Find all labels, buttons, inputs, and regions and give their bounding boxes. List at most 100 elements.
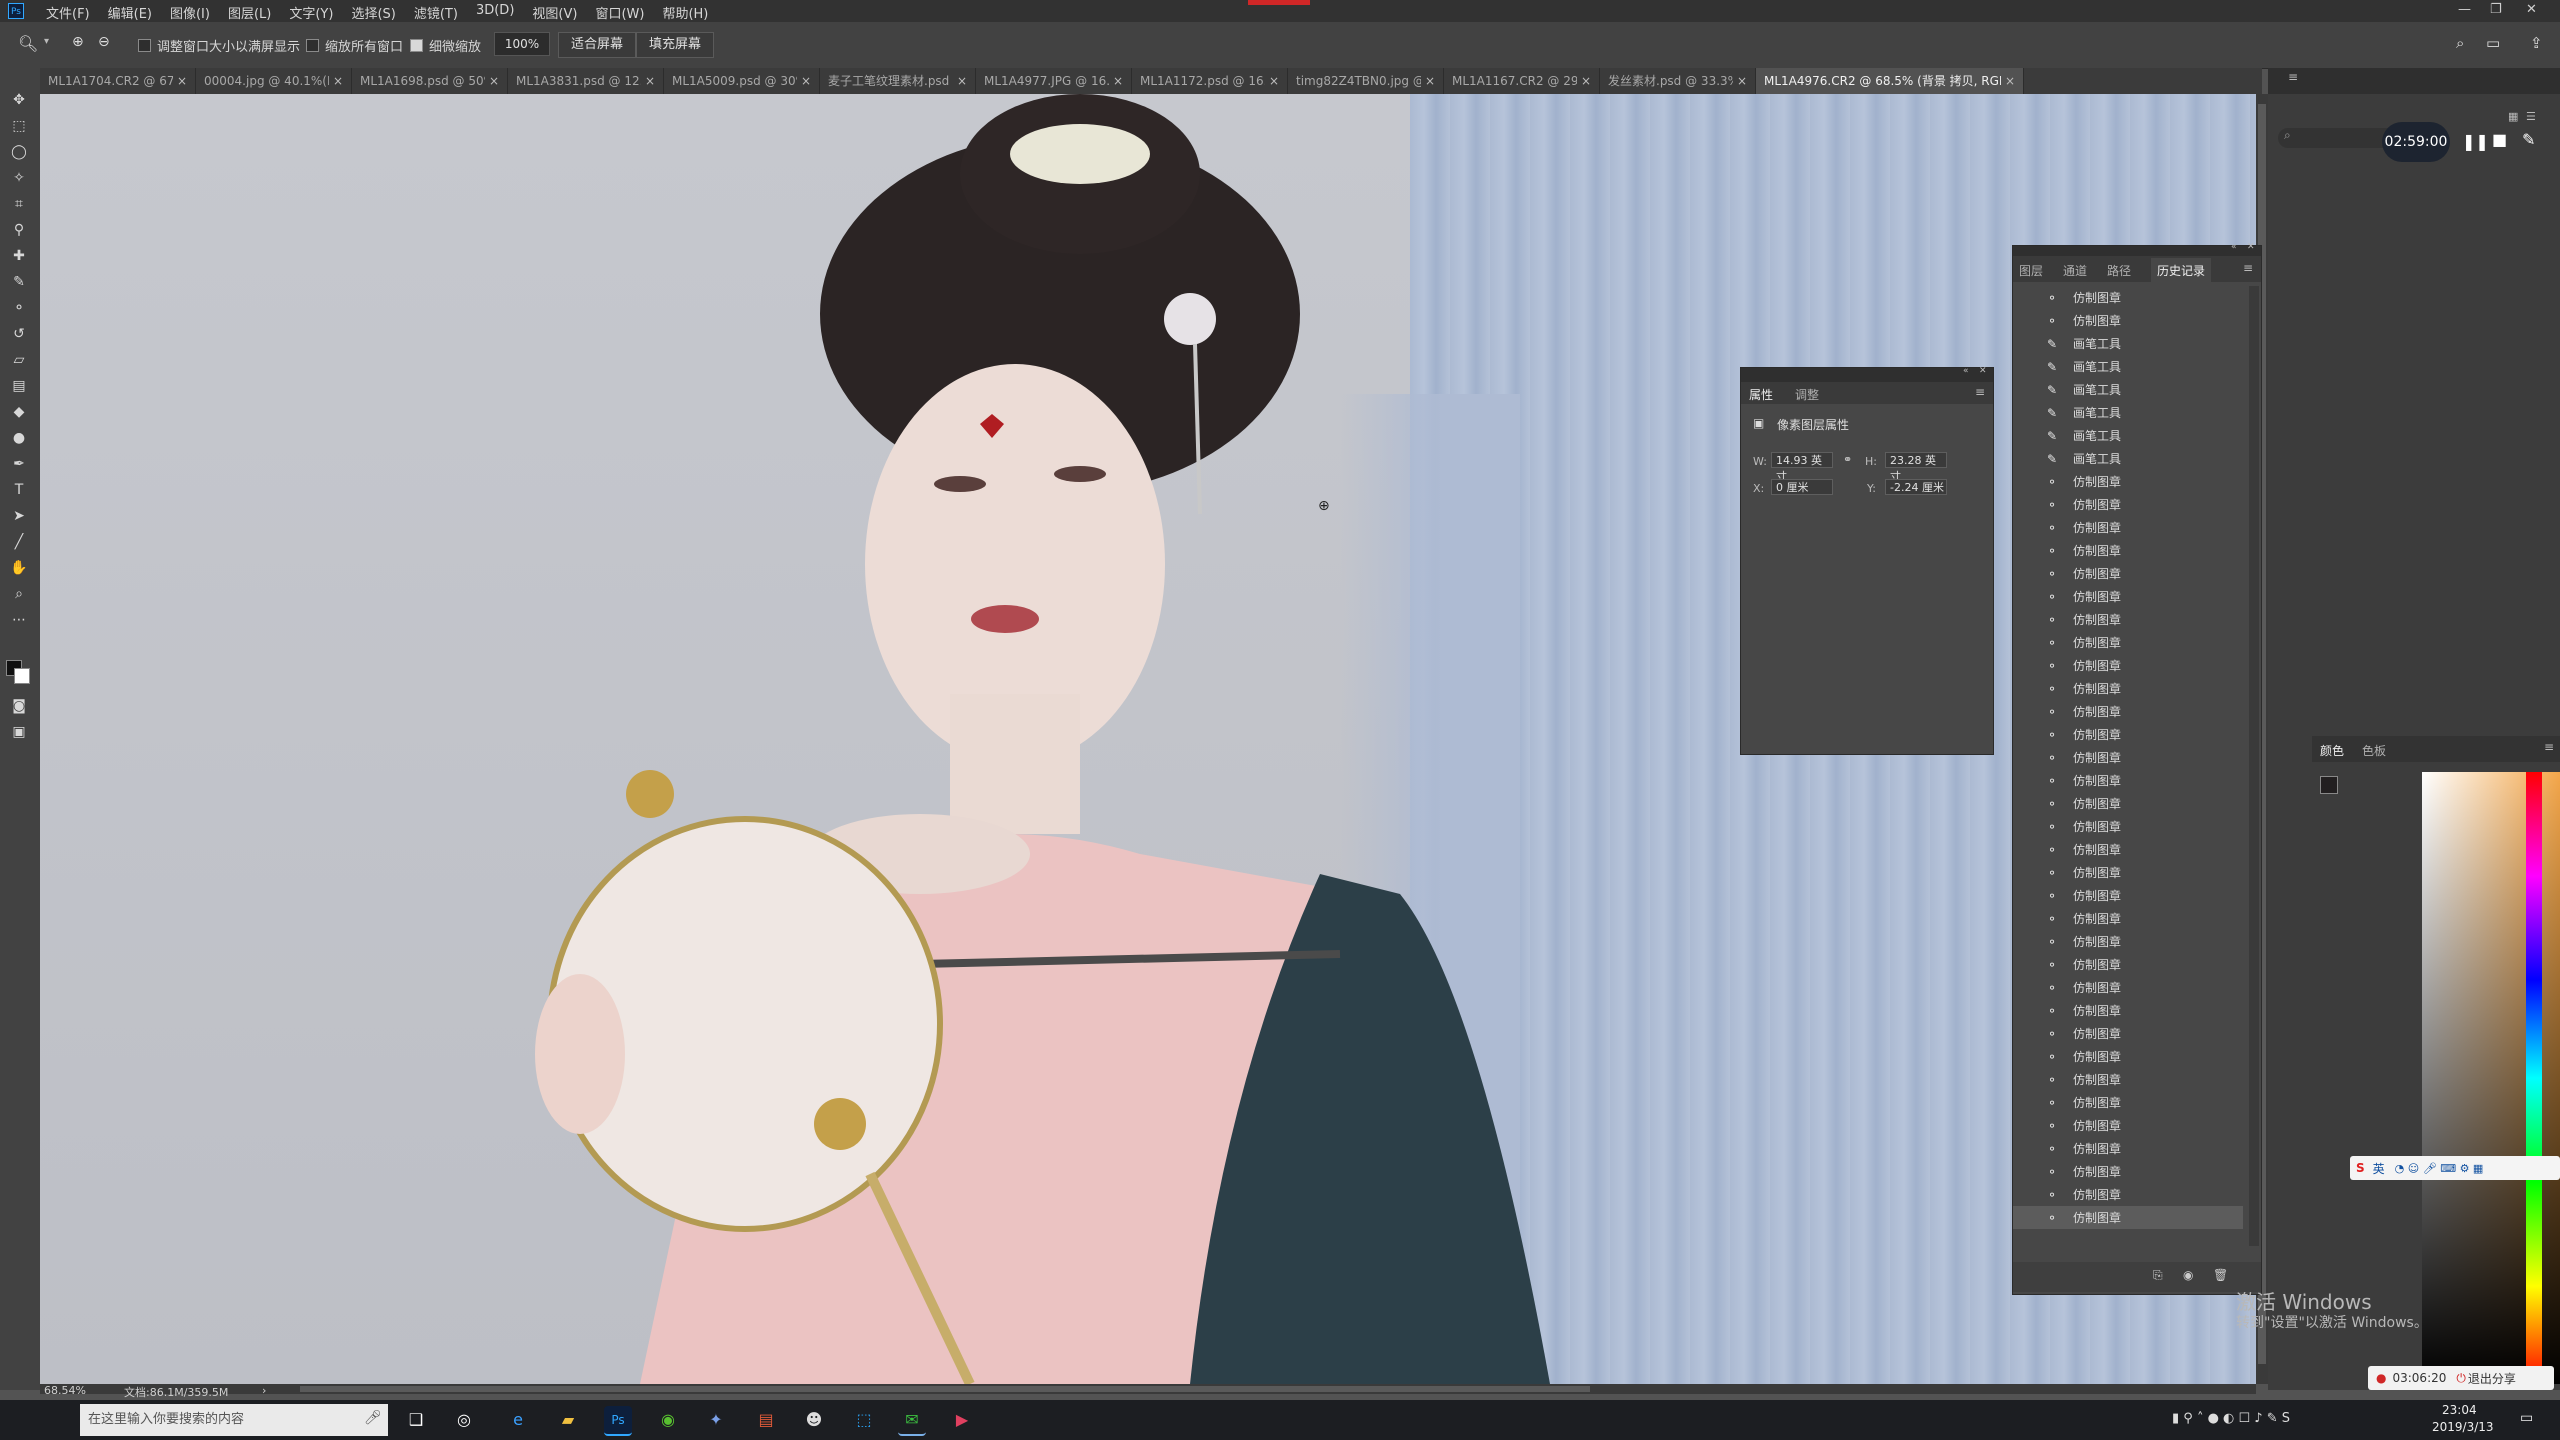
close-tab-icon[interactable]: ×: [957, 68, 967, 94]
close-tab-icon[interactable]: ×: [333, 68, 343, 94]
doc-tab[interactable]: 发丝素材.psd @ 33.3% ...×: [1600, 68, 1756, 94]
zoom-in-icon[interactable]: ⊕: [72, 34, 84, 50]
snapshot-icon[interactable]: ◉: [2183, 1268, 2193, 1282]
history-item[interactable]: ⚬ 仿制图章: [2013, 631, 2243, 654]
history-item[interactable]: ⚬ 仿制图章: [2013, 700, 2243, 723]
history-item[interactable]: ⚬ 仿制图章: [2013, 884, 2243, 907]
menu-layer[interactable]: 图层(L): [228, 3, 271, 22]
eraser-tool-icon[interactable]: ▱: [8, 350, 30, 370]
panel-menu-icon[interactable]: ≡: [2243, 261, 2253, 275]
doc-tab[interactable]: ML1A3831.psd @ 12.5...×: [508, 68, 664, 94]
line-tool-icon[interactable]: ╱: [8, 532, 30, 552]
menu-select[interactable]: 选择(S): [351, 3, 395, 22]
close-button[interactable]: ✕: [2526, 2, 2537, 17]
tab-layers[interactable]: 图层: [2019, 262, 2043, 279]
history-item[interactable]: ⚬ 仿制图章: [2013, 1068, 2243, 1091]
menu-view[interactable]: 视图(V): [532, 3, 577, 22]
doc-tab-active[interactable]: ML1A4976.CR2 @ 68.5% (背景 拷贝, RGB/8*) *×: [1756, 68, 2024, 94]
quick-mask-icon[interactable]: ◙: [8, 696, 30, 716]
zoom-value-field[interactable]: 100%: [494, 32, 550, 56]
app-icon[interactable]: ▤: [752, 1406, 780, 1434]
restore-button[interactable]: ❐: [2490, 2, 2502, 17]
new-document-icon[interactable]: ⎘: [2153, 1268, 2163, 1283]
history-item[interactable]: ⚬ 仿制图章: [2013, 723, 2243, 746]
menu-window[interactable]: 窗口(W): [595, 3, 644, 22]
resize-windows-option[interactable]: 调整窗口大小以满屏显示: [138, 36, 300, 55]
history-item[interactable]: ⚬ 仿制图章: [2013, 608, 2243, 631]
trash-icon[interactable]: 🗑︎: [2213, 1268, 2228, 1282]
history-item[interactable]: ✎ 画笔工具: [2013, 355, 2243, 378]
history-item[interactable]: ⚬ 仿制图章: [2013, 1183, 2243, 1206]
eyedropper-tool-icon[interactable]: ⚲: [8, 220, 30, 240]
doc-tab[interactable]: ML1A1167.CR2 @ 29.1...×: [1444, 68, 1600, 94]
pause-icon[interactable]: ❚❚: [2462, 132, 2489, 151]
collapse-icon[interactable]: «: [2231, 242, 2237, 252]
history-item[interactable]: ✎ 画笔工具: [2013, 378, 2243, 401]
app-icon[interactable]: ☻: [800, 1406, 828, 1434]
history-item[interactable]: ⚬ 仿制图章: [2013, 562, 2243, 585]
menu-file[interactable]: 文件(F): [46, 3, 90, 22]
list-view-icon[interactable]: ☰: [2526, 110, 2536, 123]
doc-tab[interactable]: ML1A1704.CR2 @ 67.8...×: [40, 68, 196, 94]
blur-tool-icon[interactable]: ◆: [8, 402, 30, 422]
tab-adjustments[interactable]: 调整: [1795, 386, 1819, 403]
power-icon[interactable]: ⏻: [2456, 1371, 2466, 1386]
close-icon[interactable]: ✕: [2247, 242, 2255, 252]
close-tab-icon[interactable]: ×: [2005, 68, 2015, 94]
close-tab-icon[interactable]: ×: [645, 68, 655, 94]
background-color-swatch[interactable]: [14, 668, 30, 684]
history-item[interactable]: ⚬ 仿制图章: [2013, 470, 2243, 493]
history-item[interactable]: ⚬ 仿制图章: [2013, 792, 2243, 815]
doc-tab[interactable]: ML1A1172.psd @ 16.7...×: [1132, 68, 1288, 94]
tab-swatches[interactable]: 色板: [2362, 742, 2386, 759]
dodge-tool-icon[interactable]: ●: [8, 428, 30, 448]
photoshop-icon[interactable]: Ps: [604, 1406, 632, 1436]
history-item[interactable]: ⚬ 仿制图章: [2013, 953, 2243, 976]
close-tab-icon[interactable]: ×: [1737, 68, 1747, 94]
sogou-icon[interactable]: S: [2356, 1161, 2365, 1175]
history-item[interactable]: ⚬ 仿制图章: [2013, 286, 2243, 309]
app-icon[interactable]: ✦: [702, 1406, 730, 1434]
foreground-color-swatch[interactable]: [2320, 776, 2338, 794]
history-scrollbar[interactable]: [2249, 286, 2259, 1246]
stop-icon[interactable]: ■: [2492, 130, 2507, 149]
doc-tab[interactable]: 麦子工笔纹理素材.psd ... ×: [820, 68, 976, 94]
zoom-out-icon[interactable]: ⊖: [98, 34, 110, 50]
app-icon[interactable]: ▶: [948, 1406, 976, 1434]
doc-tab[interactable]: ML1A1698.psd @ 50% ...×: [352, 68, 508, 94]
doc-tab[interactable]: ML1A4977.JPG @ 16.7...×: [976, 68, 1132, 94]
history-item[interactable]: ⚬ 仿制图章: [2013, 930, 2243, 953]
link-icon[interactable]: ⚭: [1843, 453, 1852, 466]
history-item[interactable]: ✎ 画笔工具: [2013, 332, 2243, 355]
chevron-right-icon[interactable]: ›: [262, 1384, 266, 1397]
checkbox-icon[interactable]: [306, 39, 319, 52]
width-field[interactable]: 14.93 英寸: [1771, 452, 1833, 483]
tab-paths[interactable]: 路径: [2107, 262, 2131, 279]
doc-tab[interactable]: ML1A5009.psd @ 30%(...×: [664, 68, 820, 94]
history-item[interactable]: ⚬ 仿制图章: [2013, 654, 2243, 677]
ime-lang[interactable]: 英: [2373, 1160, 2385, 1177]
close-tab-icon[interactable]: ×: [1425, 68, 1435, 94]
history-item[interactable]: ✎ 画笔工具: [2013, 401, 2243, 424]
search-icon[interactable]: ⌕: [2456, 34, 2464, 52]
gradient-tool-icon[interactable]: ▤: [8, 376, 30, 396]
workspace-icon[interactable]: ▭: [2486, 34, 2500, 52]
x-field[interactable]: 0 厘米: [1771, 479, 1833, 495]
history-item[interactable]: ⚬ 仿制图章: [2013, 1045, 2243, 1068]
history-item[interactable]: ⚬ 仿制图章: [2013, 999, 2243, 1022]
minimize-button[interactable]: —: [2458, 2, 2471, 17]
history-item[interactable]: ⚬ 仿制图章: [2013, 815, 2243, 838]
history-item[interactable]: ⚬ 仿制图章: [2013, 1137, 2243, 1160]
magic-wand-tool-icon[interactable]: ✧: [8, 168, 30, 188]
lasso-tool-icon[interactable]: ◯: [8, 142, 30, 162]
history-item[interactable]: ⚬ 仿制图章: [2013, 838, 2243, 861]
hand-tool-icon[interactable]: ✋: [8, 558, 30, 578]
more-tools-icon[interactable]: ⋯: [8, 610, 30, 630]
zoom-tool-icon[interactable]: ⌕: [8, 584, 30, 604]
history-item[interactable]: ⚬ 仿制图章: [2013, 907, 2243, 930]
history-item[interactable]: ⚬ 仿制图章: [2013, 677, 2243, 700]
close-tab-icon[interactable]: ×: [1113, 68, 1123, 94]
fit-screen-button[interactable]: 适合屏幕: [558, 32, 637, 58]
history-item[interactable]: ⚬ 仿制图章: [2013, 539, 2243, 562]
search-input[interactable]: 在这里输入你要搜索的内容: [80, 1404, 388, 1436]
